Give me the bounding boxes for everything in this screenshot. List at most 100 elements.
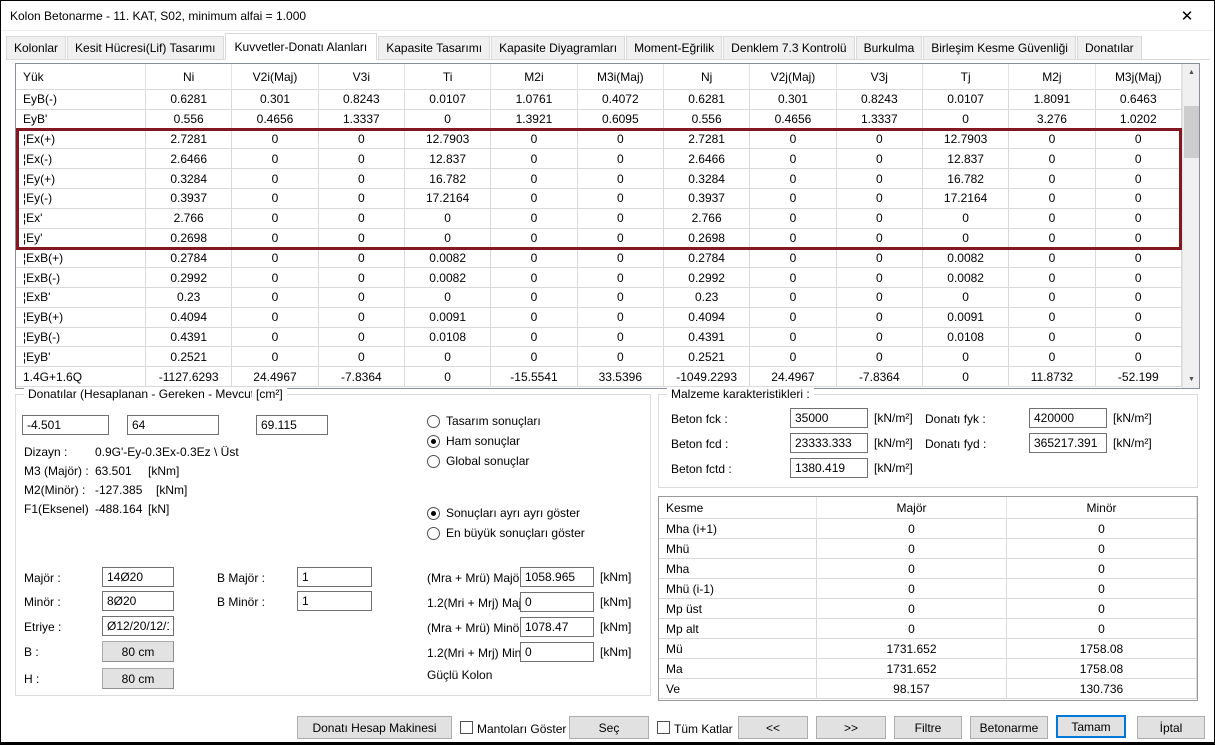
table-row[interactable]: 1.4G+1.6Q-1127.629324.4967-7.83640-15.55… (16, 367, 1182, 387)
column-header-tj[interactable]: Tj (923, 64, 1009, 90)
filtre-button[interactable]: Filtre (894, 716, 962, 739)
scroll-up-icon[interactable]: ▲ (1183, 64, 1200, 81)
value-cell: 0 (578, 248, 664, 268)
value-cell: 0 (750, 130, 836, 150)
title-bar[interactable]: Kolon Betonarme - 11. KAT, S02, minimum … (1, 1, 1214, 31)
value-cell: 33.5396 (578, 367, 664, 387)
value-cell: 0 (750, 328, 836, 348)
value-cell: 0.301 (232, 90, 318, 110)
display-option-radio-en-b-y-k-sonu-lar-g-ster[interactable] (427, 527, 440, 540)
donati-hesap-makinesi-button[interactable]: Donatı Hesap Makinesi (297, 716, 452, 739)
column-header-v2i-maj[interactable]: V2i(Maj) (232, 64, 318, 90)
table-row[interactable]: ¦EyB(+)0.4094000.0091000.4094000.009100 (16, 308, 1182, 328)
kesme-table[interactable]: KesmeMajörMinörMha (i+1)00Mhü00Mha00Mhü … (658, 496, 1198, 701)
table-row[interactable]: ¦ExB(-)0.2992000.0082000.2992000.008200 (16, 268, 1182, 288)
previous-button[interactable]: << (738, 716, 808, 739)
minor-rebar-field[interactable] (102, 591, 174, 611)
table-row[interactable]: ¦Ex(+)2.72810012.7903002.72810012.790300 (16, 130, 1182, 150)
value-cell: 0 (491, 308, 577, 328)
close-icon[interactable]: ✕ (1170, 4, 1204, 28)
moment-field-input[interactable] (520, 617, 594, 637)
vertical-scrollbar[interactable]: ▲ ▼ (1182, 64, 1199, 388)
result-option-radio-ham-sonu-lar[interactable] (427, 435, 440, 448)
malzeme-field-donat-fyd[interactable] (1029, 433, 1107, 453)
column-header-m2i[interactable]: M2i (491, 64, 577, 90)
mevcut-field[interactable] (256, 415, 328, 435)
scroll-down-icon[interactable]: ▼ (1183, 371, 1200, 388)
tab-kapasite-diyagramlar[interactable]: Kapasite Diyagramları (491, 36, 625, 59)
column-header-ti[interactable]: Ti (405, 64, 491, 90)
hesaplanan-field[interactable] (22, 415, 109, 435)
sec-button[interactable]: Seç (569, 716, 649, 739)
next-button[interactable]: >> (816, 716, 886, 739)
major-rebar-field[interactable] (102, 567, 174, 587)
kesme-value-cell: 0 (817, 539, 1007, 559)
load-case-label: ¦Ey(+) (16, 169, 146, 189)
table-row[interactable]: ¦Ex'2.766000002.76600000 (16, 209, 1182, 229)
forces-table[interactable]: YükNiV2i(Maj)V3iTiM2iM3i(Maj)NjV2j(Maj)V… (15, 63, 1200, 389)
table-row[interactable]: ¦EyB(-)0.4391000.0108000.4391000.010800 (16, 328, 1182, 348)
table-row[interactable]: ¦EyB'0.2521000000.252100000 (16, 347, 1182, 367)
table-row[interactable]: ¦Ey(-)0.39370017.2164000.39370017.216400 (16, 189, 1182, 209)
column-header-y-k[interactable]: Yük (16, 64, 146, 90)
value-cell: -1049.2293 (664, 367, 750, 387)
value-cell: 0 (319, 347, 405, 367)
gereken-field[interactable] (127, 415, 219, 435)
moment-field-input[interactable] (520, 567, 594, 587)
malzeme-label-donat-fyd: Donatı fyd : (925, 437, 986, 451)
value-cell: 0 (1096, 169, 1182, 189)
f1-eksenel-unit: [kN] (148, 502, 169, 516)
tum-katlar-checkbox[interactable] (657, 721, 670, 734)
table-row[interactable]: ¦ExB'0.23000000.2300000 (16, 288, 1182, 308)
malzeme-field-beton-fck[interactable] (790, 408, 868, 428)
column-header-v3j[interactable]: V3j (837, 64, 923, 90)
moment-field-input[interactable] (520, 642, 594, 662)
column-header-ni[interactable]: Ni (146, 64, 232, 90)
column-header-m3j-maj[interactable]: M3j(Maj) (1096, 64, 1182, 90)
result-option-radio-global-sonu-lar[interactable] (427, 455, 440, 468)
tab-birle-im-kesme-g-venli-i[interactable]: Birleşim Kesme Güvenliği (923, 36, 1076, 59)
column-header-m3i-maj[interactable]: M3i(Maj) (578, 64, 664, 90)
tab-kapasite-tasar-m[interactable]: Kapasite Tasarımı (378, 36, 490, 59)
b-major-label: B Majör : (217, 571, 265, 585)
result-option-radio-tasar-m-sonu-lar[interactable] (427, 415, 440, 428)
value-cell: 0.0082 (923, 248, 1009, 268)
b-major-field[interactable] (297, 567, 372, 587)
kesme-value-cell: 130.736 (1007, 679, 1197, 699)
table-row[interactable]: ¦Ey(+)0.32840016.782000.32840016.78200 (16, 169, 1182, 189)
column-header-v3i[interactable]: V3i (319, 64, 405, 90)
value-cell: 0 (491, 229, 577, 249)
table-row[interactable]: ¦ExB(+)0.2784000.0082000.2784000.008200 (16, 248, 1182, 268)
b-dimension-button[interactable]: 80 cm (102, 641, 174, 662)
h-dimension-button[interactable]: 80 cm (102, 668, 174, 689)
tab-kolonlar[interactable]: Kolonlar (6, 36, 66, 59)
table-row[interactable]: ¦Ey'0.2698000000.269800000 (16, 229, 1182, 249)
scrollbar-thumb[interactable] (1184, 106, 1199, 158)
column-header-m2j[interactable]: M2j (1009, 64, 1095, 90)
table-row[interactable]: ¦Ex(-)2.64660012.837002.64660012.83700 (16, 149, 1182, 169)
column-header-nj[interactable]: Nj (664, 64, 750, 90)
column-header-v2j-maj[interactable]: V2j(Maj) (750, 64, 836, 90)
malzeme-field-beton-fctd[interactable] (790, 458, 868, 478)
tab-burkulma[interactable]: Burkulma (856, 36, 923, 59)
malzeme-field-beton-fcd[interactable] (790, 433, 868, 453)
etriye-field[interactable] (102, 616, 174, 636)
tab-denklem-7-3-kontrol[interactable]: Denklem 7.3 Kontrolü (723, 36, 854, 59)
tab-moment-e-rilik[interactable]: Moment-Eğrilik (626, 36, 722, 59)
table-row[interactable]: EyB'0.5560.46561.333701.39210.60950.5560… (16, 110, 1182, 130)
moment-field-input[interactable] (520, 592, 594, 612)
tab-kesit-h-cresi-lif-tasar-m[interactable]: Kesit Hücresi(Lif) Tasarımı (67, 36, 223, 59)
tab-kuvvetler-donat-alanlar[interactable]: Kuvvetler-Donatı Alanları (225, 33, 378, 60)
value-cell: 0.4656 (232, 110, 318, 130)
mantolari-goster-checkbox[interactable] (460, 721, 473, 734)
table-row[interactable]: EyB(-)0.62810.3010.82430.01071.07610.407… (16, 90, 1182, 110)
tamam-button[interactable]: Tamam (1056, 715, 1126, 738)
betonarme-button[interactable]: Betonarme (970, 716, 1048, 739)
display-option-radio-sonu-lar-ayr-ayr-g-ster[interactable] (427, 507, 440, 520)
value-cell: 0 (923, 110, 1009, 130)
iptal-button[interactable]: İptal (1137, 716, 1205, 739)
tab-donat-lar[interactable]: Donatılar (1077, 36, 1142, 59)
b-minor-field[interactable] (297, 591, 372, 611)
dizayn-label: Dizayn : (24, 445, 67, 459)
malzeme-field-donat-fyk[interactable] (1029, 408, 1107, 428)
